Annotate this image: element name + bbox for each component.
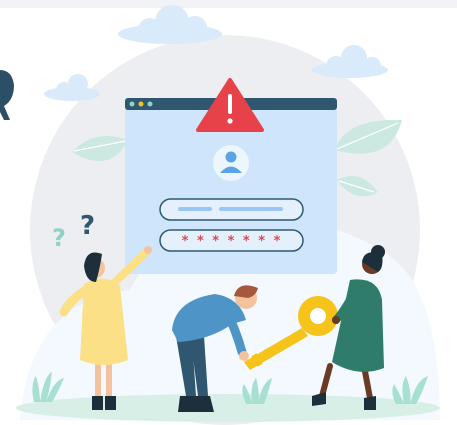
question-mark-icon: ? [52, 224, 66, 252]
window-dot [129, 101, 135, 107]
illustration: ? ? [0, 0, 457, 425]
ground-shadow [16, 394, 440, 422]
partial-letter-shape [0, 70, 14, 120]
question-mark-icon: ? [80, 211, 95, 241]
window-dot [147, 101, 153, 107]
cloud-icon [312, 45, 388, 78]
user-avatar-icon [213, 145, 249, 181]
username-field[interactable] [159, 198, 304, 221]
password-mask: * * * * * * * [181, 233, 283, 249]
top-strip [0, 0, 457, 8]
cloud-icon [118, 5, 222, 44]
window-dot [138, 101, 144, 107]
cloud-icon [44, 74, 100, 101]
